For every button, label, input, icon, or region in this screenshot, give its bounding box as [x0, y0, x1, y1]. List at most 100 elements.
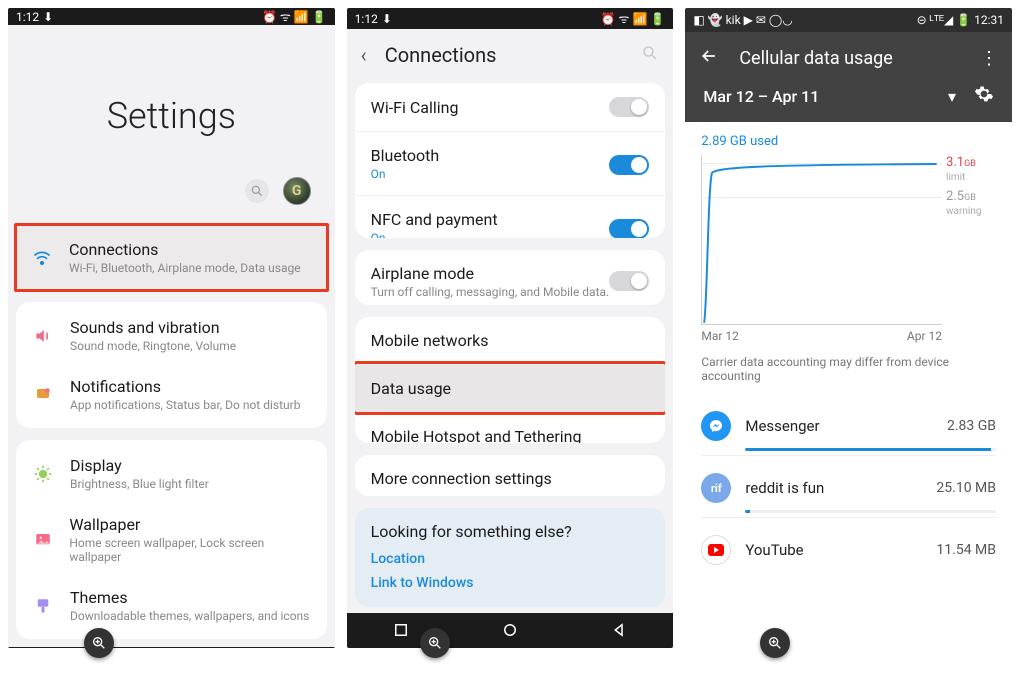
row-title: Airplane mode: [371, 264, 610, 283]
item-title: Sounds and vibration: [70, 318, 236, 337]
avatar[interactable]: [283, 177, 311, 205]
app-name: YouTube: [745, 541, 803, 559]
status-icons: ⏰ ᯤ 📶 🔋: [601, 10, 666, 27]
app-bar-messenger: [745, 448, 996, 451]
app-row-youtube[interactable]: YouTube 11.54 MB: [701, 521, 996, 579]
usage-line: [702, 155, 942, 325]
alt-link-location[interactable]: Location: [371, 551, 650, 567]
limit-unit: GB: [964, 159, 976, 169]
status-icons: ⏰ ᯤ 📶 🔋: [262, 8, 327, 25]
nav-recent-icon[interactable]: [392, 621, 410, 639]
row-title: Mobile Hotspot and Tethering: [371, 427, 582, 443]
nav-back-icon[interactable]: [610, 621, 628, 639]
row-nfc[interactable]: NFC and payment On: [355, 195, 666, 238]
settings-item-connections[interactable]: Connections Wi-Fi, Bluetooth, Airplane m…: [17, 226, 326, 289]
alt-link-windows[interactable]: Link to Windows: [371, 575, 650, 591]
x-end: Apr 12: [907, 329, 942, 343]
item-title: Display: [70, 456, 209, 475]
row-title: NFC and payment: [371, 210, 498, 229]
image-icon: [30, 531, 55, 549]
usage-chart: 3.1GB limit 2.5GB warning: [701, 155, 942, 325]
connections-card: More connection settings: [355, 455, 666, 496]
row-title: Mobile networks: [371, 331, 489, 350]
search-icon[interactable]: [245, 179, 269, 203]
item-sub: Home screen wallpaper, Lock screen wallp…: [69, 536, 312, 564]
toggle-airplane[interactable]: [609, 271, 649, 291]
zoom-icon[interactable]: [84, 628, 114, 658]
warn-value: 2.5: [946, 189, 964, 204]
settings-item-wallpaper[interactable]: Wallpaper Home screen wallpaper, Lock sc…: [16, 503, 327, 576]
bell-icon: [30, 386, 56, 404]
settings-header: Settings: [8, 25, 335, 177]
back-icon[interactable]: ‹: [361, 43, 367, 67]
nav-home-icon[interactable]: [162, 647, 180, 648]
usage-body: 2.89 GB used 3.1GB limit 2.5GB warning M…: [685, 122, 1012, 579]
row-title: Data usage: [371, 379, 451, 398]
phone-data-usage: ◧ 👻 kik ▶ ✉ ◯◡ ⊝ ᴸᵀᴱ◢ 🔋 12:31 Cellular d…: [685, 8, 1012, 648]
row-title: More connection settings: [371, 469, 552, 488]
row-bluetooth[interactable]: Bluetooth On: [355, 131, 666, 195]
volume-icon: [30, 326, 56, 346]
status-bar: 1:12 ⬇ ⏰ ᯤ 📶 🔋: [347, 8, 674, 29]
app-name: Messenger: [745, 417, 819, 435]
youtube-icon: [701, 535, 731, 565]
row-data-usage[interactable]: Data usage: [355, 364, 666, 412]
row-more-settings[interactable]: More connection settings: [355, 455, 666, 496]
status-icons-right: ⊝ ᴸᵀᴱ◢ 🔋 12:31: [917, 13, 1004, 27]
settings-item-sounds[interactable]: Sounds and vibration Sound mode, Rington…: [16, 306, 327, 365]
row-status: On: [371, 167, 440, 181]
nav-home-icon[interactable]: [501, 621, 519, 639]
looking-for-card: Looking for something else? Location Lin…: [355, 508, 666, 607]
row-mobile-networks[interactable]: Mobile networks: [355, 317, 666, 364]
zoom-icon[interactable]: [420, 628, 450, 658]
limit-value: 3.1: [946, 155, 964, 170]
app-bar-rif: [745, 510, 996, 513]
used-label: 2.89 GB used: [701, 134, 996, 149]
row-sub: Turn off calling, messaging, and Mobile …: [371, 285, 610, 299]
disclaimer: Carrier data accounting may differ from …: [701, 355, 996, 383]
limit-label: limit: [946, 172, 965, 183]
phone-connections: 1:12 ⬇ ⏰ ᯤ 📶 🔋 ‹ Connections Wi-Fi Callin…: [347, 8, 674, 648]
toggle-bluetooth[interactable]: [609, 155, 649, 175]
status-bar: 1:12⬇ ⏰ ᯤ 📶 🔋: [8, 8, 335, 25]
nav-recent-icon[interactable]: [53, 647, 71, 648]
chart-x-axis: Mar 12 Apr 12: [701, 329, 996, 343]
app-value: 25.10 MB: [936, 480, 996, 496]
nav-back-icon[interactable]: [271, 647, 289, 648]
page-title: Cellular data usage: [739, 48, 892, 69]
row-title: Bluetooth: [371, 146, 440, 165]
row-hotspot[interactable]: Mobile Hotspot and Tethering: [355, 412, 666, 443]
settings-item-themes[interactable]: Themes Downloadable themes, wallpapers, …: [16, 576, 327, 635]
toggle-wifi-calling[interactable]: [609, 97, 649, 117]
settings-item-display[interactable]: Display Brightness, Blue light filter: [16, 444, 327, 503]
app-value: 11.54 MB: [936, 542, 996, 558]
item-title: Connections: [69, 240, 301, 259]
back-icon[interactable]: [699, 46, 719, 70]
alt-title: Looking for something else?: [371, 522, 650, 541]
settings-item-connections-highlight: Connections Wi-Fi, Bluetooth, Airplane m…: [14, 223, 329, 292]
date-range-selector[interactable]: Mar 12 – Apr 11 ▾: [685, 84, 1012, 122]
nav-bar: [8, 647, 335, 648]
settings-card: Sounds and vibration Sound mode, Rington…: [16, 302, 327, 428]
menu-icon[interactable]: ⋮: [980, 48, 998, 69]
x-start: Mar 12: [701, 329, 739, 343]
zoom-icon[interactable]: [760, 628, 790, 658]
row-status: On: [371, 231, 498, 238]
settings-item-notifications[interactable]: Notifications App notifications, Status …: [16, 365, 327, 424]
row-airplane[interactable]: Airplane mode Turn off calling, messagin…: [355, 250, 666, 305]
phone-settings: 1:12⬇ ⏰ ᯤ 📶 🔋 Settings Connections Wi-Fi…: [8, 8, 335, 648]
row-wifi-calling[interactable]: Wi-Fi Calling: [355, 83, 666, 131]
header-bar: ‹ Connections: [347, 29, 674, 77]
search-icon[interactable]: [641, 44, 659, 66]
row-title: Wi-Fi Calling: [371, 98, 459, 117]
settings-card: Display Brightness, Blue light filter Wa…: [16, 440, 327, 639]
toggle-nfc[interactable]: [609, 219, 649, 238]
download-icon: ⬇: [382, 12, 392, 26]
status-time: 1:12: [355, 12, 378, 26]
gear-icon[interactable]: [974, 84, 994, 108]
connections-card: Mobile networks Data usage Mobile Hotspo…: [355, 317, 666, 443]
status-bar: ◧ 👻 kik ▶ ✉ ◯◡ ⊝ ᴸᵀᴱ◢ 🔋 12:31: [685, 8, 1012, 32]
item-title: Notifications: [70, 377, 300, 396]
warn-label: warning: [946, 206, 981, 217]
app-list: Messenger 2.83 GB rif reddit is fun 25.1…: [701, 397, 996, 579]
